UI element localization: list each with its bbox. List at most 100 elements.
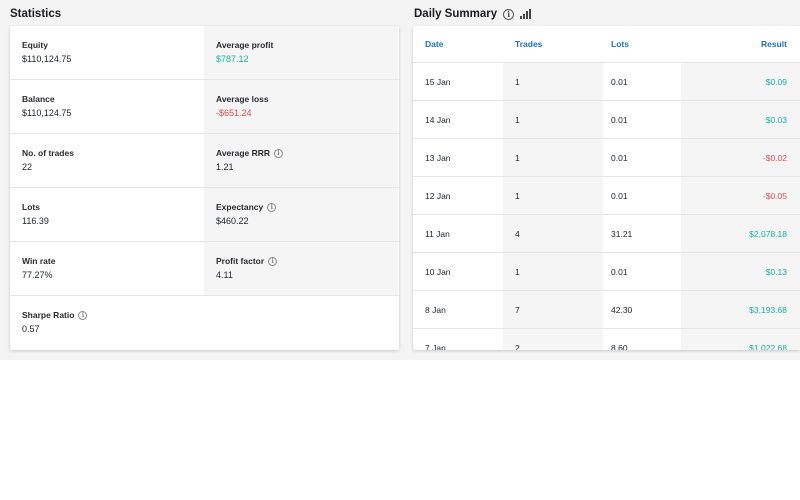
cell-date: 14 Jan <box>425 114 451 125</box>
stat-value: $460.22 <box>216 216 249 226</box>
table-row: 10 Jan 1 0.01 $0.13 <box>413 253 800 291</box>
stat-label: Average profit <box>216 40 274 50</box>
stat-balance: Balance $110,124.75 <box>10 80 204 133</box>
stat-label: Profit factor <box>216 256 265 266</box>
table-row: 8 Jan 7 42.30 $3,193.68 <box>413 291 800 329</box>
cell-date: 15 Jan <box>425 76 451 87</box>
table-row: 13 Jan 1 0.01 -$0.02 <box>413 139 800 177</box>
cell-result: $0.03 <box>681 101 800 138</box>
cell-trades: 1 <box>503 253 603 290</box>
stat-label-wrap: Profit factor i <box>216 256 398 266</box>
cell-lots: 0.01 <box>611 152 628 163</box>
stat-label: Equity <box>22 40 48 50</box>
cell-trades: 2 <box>503 329 603 350</box>
stat-lots: Lots 116.39 <box>10 188 204 241</box>
cell-result: $0.13 <box>681 253 800 290</box>
stat-label-wrap: Average RRR i <box>216 148 398 158</box>
table-row: 7 Jan 2 8.60 $1,022.68 <box>413 329 800 350</box>
column-header-trades[interactable]: Trades <box>503 26 603 62</box>
table-row: 11 Jan 4 31.21 $2,078.18 <box>413 215 800 253</box>
stats-row: Lots 116.39 Expectancy i $460.22 <box>10 188 399 242</box>
cell-date: 11 Jan <box>425 228 450 239</box>
stat-value: 116.39 <box>22 216 49 226</box>
cell-lots: 0.01 <box>611 190 628 201</box>
stat-value: 22 <box>22 162 33 172</box>
daily-summary-table: Date Trades Lots Result 15 Jan 1 0.01 $0… <box>413 26 800 350</box>
cell-date: 13 Jan <box>425 152 451 163</box>
bar-chart-icon[interactable] <box>520 9 532 19</box>
stat-label: No. of trades <box>22 148 74 158</box>
column-header-date[interactable]: Date <box>413 26 503 62</box>
statistics-title: Statistics <box>10 8 61 20</box>
stat-sharpe-ratio: Sharpe Ratio i 0.57 <box>10 296 204 350</box>
stat-average-profit: Average profit $787.12 <box>204 26 398 79</box>
column-header-lots[interactable]: Lots <box>603 26 681 62</box>
table-header-row: Date Trades Lots Result <box>413 26 800 63</box>
stat-label: Average RRR <box>216 148 271 158</box>
stat-label: Average loss <box>216 94 269 104</box>
stat-label: Expectancy <box>216 202 264 212</box>
stat-equity: Equity $110,124.75 <box>10 26 204 79</box>
info-circle-icon[interactable]: i <box>267 202 277 212</box>
stat-value: $787.12 <box>216 54 249 64</box>
stats-row: Win rate 77.27% Profit factor i 4.11 <box>10 242 399 296</box>
cell-result: -$0.02 <box>681 139 800 176</box>
info-circle-icon[interactable]: i <box>268 256 278 266</box>
cell-result: $1,022.68 <box>681 329 800 350</box>
stat-value: -$651.24 <box>216 108 252 118</box>
stats-row: Sharpe Ratio i 0.57 <box>10 296 399 350</box>
cell-trades: 4 <box>503 215 603 252</box>
cell-result: $2,078.18 <box>681 215 800 252</box>
stat-value: 0.57 <box>22 324 40 334</box>
stat-label-wrap: Expectancy i <box>216 202 398 212</box>
cell-date: 12 Jan <box>425 190 451 201</box>
info-circle-icon[interactable]: i <box>274 148 284 158</box>
cell-trades: 1 <box>503 63 603 100</box>
cell-trades: 7 <box>503 291 603 328</box>
stat-label-wrap: Sharpe Ratio i <box>22 310 204 320</box>
table-row: 12 Jan 1 0.01 -$0.05 <box>413 177 800 215</box>
column-header-result[interactable]: Result <box>681 26 800 62</box>
stat-win-rate: Win rate 77.27% <box>10 242 204 295</box>
cell-date: 7 Jan <box>425 342 446 351</box>
stats-row: Equity $110,124.75 Average profit $787.1… <box>10 26 399 80</box>
stat-profit-factor: Profit factor i 4.11 <box>204 242 398 295</box>
stat-average-loss: Average loss -$651.24 <box>204 80 398 133</box>
stat-label: Lots <box>22 202 40 212</box>
cell-date: 8 Jan <box>425 304 446 315</box>
statistics-card: Equity $110,124.75 Average profit $787.1… <box>10 26 399 350</box>
cell-lots: 31.21 <box>611 228 633 239</box>
cell-trades: 1 <box>503 139 603 176</box>
daily-summary-card: Date Trades Lots Result 15 Jan 1 0.01 $0… <box>413 26 800 350</box>
stat-expectancy: Expectancy i $460.22 <box>204 188 398 241</box>
stats-row: No. of trades 22 Average RRR i 1.21 <box>10 134 399 188</box>
cell-lots: 0.01 <box>611 76 628 87</box>
stat-label: Balance <box>22 94 55 104</box>
stat-value: 4.11 <box>216 270 233 280</box>
table-row: 14 Jan 1 0.01 $0.03 <box>413 101 800 139</box>
cell-lots: 42.30 <box>611 304 633 315</box>
table-row: 15 Jan 1 0.01 $0.09 <box>413 63 800 101</box>
daily-summary-title: Daily Summary i <box>414 8 532 20</box>
stat-value: $110,124.75 <box>22 108 72 118</box>
cell-result: -$0.05 <box>681 177 800 214</box>
stat-average-rrr: Average RRR i 1.21 <box>204 134 398 187</box>
stat-label: Win rate <box>22 256 56 266</box>
stat-value: 77.27% <box>22 270 53 280</box>
cell-trades: 1 <box>503 101 603 138</box>
info-circle-icon[interactable]: i <box>503 8 515 20</box>
stats-row: Balance $110,124.75 Average loss -$651.2… <box>10 80 399 134</box>
cell-result: $0.09 <box>681 63 800 100</box>
stat-value: $110,124.75 <box>22 54 72 64</box>
info-circle-icon[interactable]: i <box>78 310 88 320</box>
cell-trades: 1 <box>503 177 603 214</box>
dashboard-background: Statistics Equity $110,124.75 Average pr… <box>0 0 800 360</box>
stat-empty-cell <box>204 296 398 350</box>
statistics-title-text: Statistics <box>10 8 62 20</box>
stat-label: Sharpe Ratio <box>22 310 75 320</box>
cell-result: $3,193.68 <box>681 291 800 328</box>
cell-lots: 8.60 <box>611 342 628 351</box>
cell-lots: 0.01 <box>611 266 628 277</box>
daily-summary-title-text: Daily Summary <box>414 8 498 20</box>
stat-no-of-trades: No. of trades 22 <box>10 134 204 187</box>
